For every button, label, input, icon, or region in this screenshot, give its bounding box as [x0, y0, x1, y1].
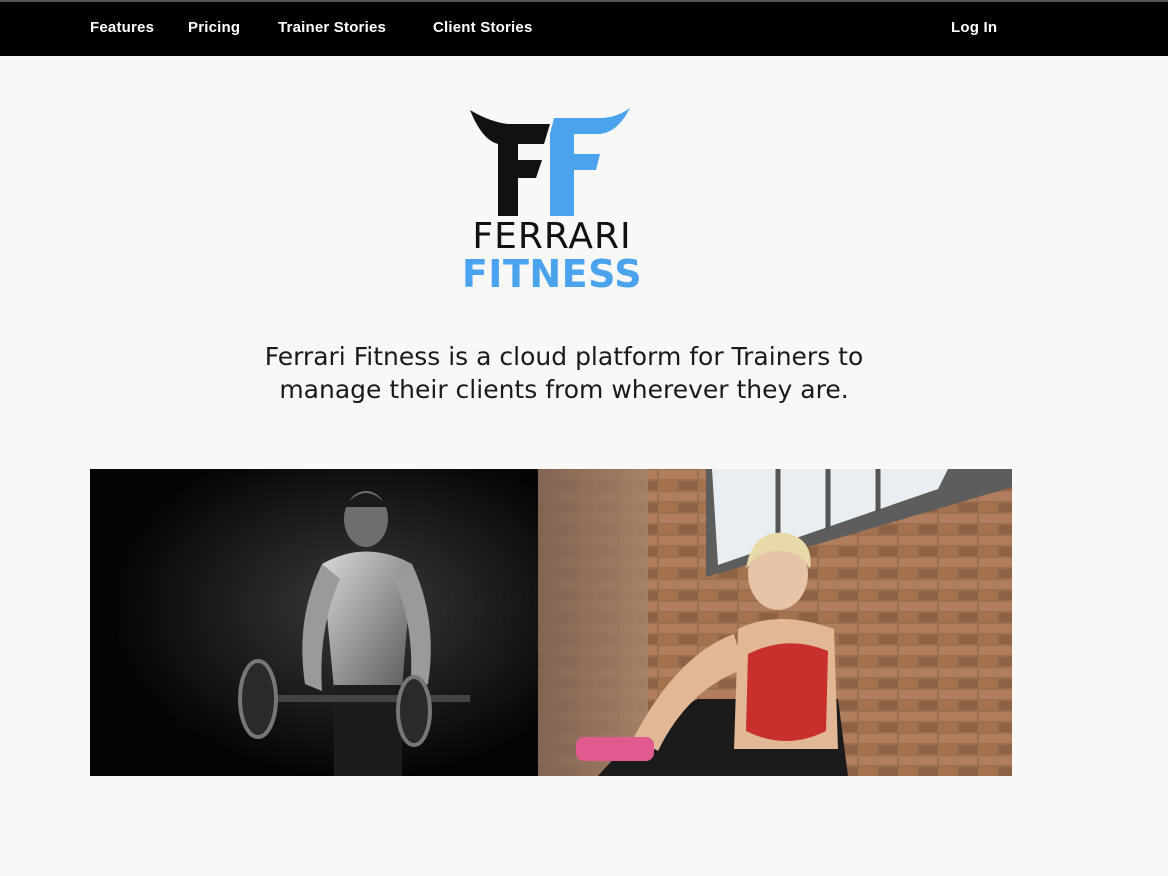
logo-wordmark-fitness: FITNESS — [461, 252, 643, 296]
nav-pricing-link[interactable]: Pricing — [188, 19, 240, 36]
nav-features-link[interactable]: Features — [90, 19, 154, 36]
trainer-weightlifting-photo — [90, 469, 538, 776]
woman-with-dumbbell-photo — [538, 469, 1012, 776]
ff-monogram-icon — [470, 108, 630, 216]
login-link[interactable]: Log In — [951, 19, 997, 36]
nav-client-stories-link[interactable]: Client Stories — [433, 19, 533, 36]
logo-wordmark-ferrari: FERRARI — [472, 216, 632, 257]
tagline-line-2: manage their clients from wherever they … — [279, 375, 849, 404]
tagline-line-1: Ferrari Fitness is a cloud platform for … — [264, 342, 864, 371]
hero-tagline: Ferrari Fitness is a cloud platform for … — [164, 340, 964, 406]
top-navbar: Features Pricing Trainer Stories Client … — [0, 0, 1168, 56]
nav-trainer-stories-link[interactable]: Trainer Stories — [278, 19, 386, 36]
brand-logo: FERRARI FITNESS — [450, 104, 650, 296]
